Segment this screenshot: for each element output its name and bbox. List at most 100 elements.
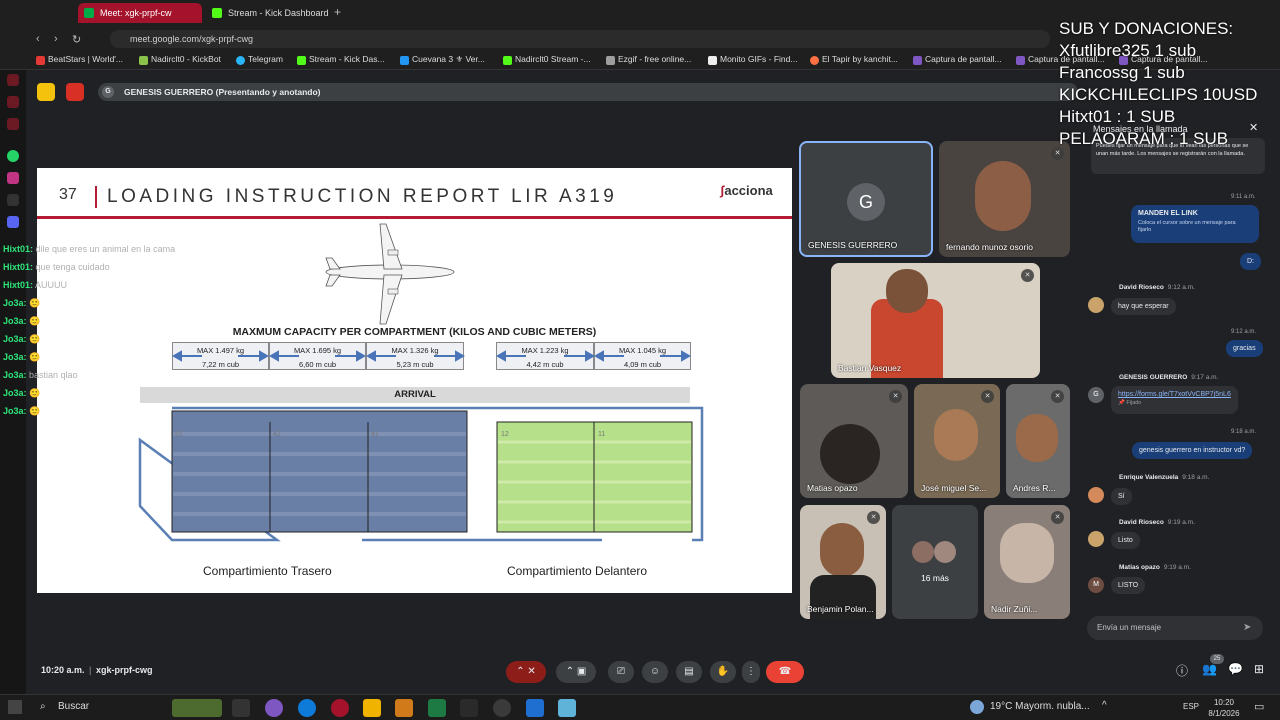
leave-call-button[interactable]: ☎ bbox=[766, 661, 804, 683]
bookmark-item[interactable]: El Tapir by kanchit... bbox=[810, 54, 898, 65]
record-icon[interactable] bbox=[66, 83, 84, 101]
cargo-hold-diagram bbox=[138, 406, 704, 542]
weather-text[interactable]: 19°C Mayorm. nubla... bbox=[990, 701, 1090, 712]
forward-icon[interactable]: › bbox=[54, 33, 58, 45]
tab-meet[interactable]: Meet: xgk-prpf-cw bbox=[78, 3, 202, 23]
participant-tile[interactable]: ✕ Nadir Zuñi... bbox=[984, 505, 1070, 619]
participant-tile[interactable]: ✕ fernando munoz osorio bbox=[939, 141, 1070, 257]
participant-tile[interactable]: ✕ Bastian Vasquez bbox=[831, 263, 1040, 378]
search-highlight-image bbox=[172, 699, 222, 717]
sender-name: David Rioseco 9:12 a.m. bbox=[1119, 284, 1195, 291]
mic-toggle-button[interactable]: ⌃ ✕ bbox=[506, 661, 546, 683]
bookmark-item[interactable]: Monito GIFs - Find... bbox=[708, 54, 797, 65]
participant-name: fernando munoz osorio bbox=[946, 242, 1033, 252]
mic-off-icon: ✕ bbox=[981, 390, 994, 403]
app-icon[interactable] bbox=[558, 699, 576, 717]
search-icon[interactable]: ⌕ bbox=[40, 701, 46, 712]
bookmark-item[interactable]: Nadirclt0 - KickBot bbox=[139, 54, 221, 65]
people-icon[interactable]: 👥 bbox=[1202, 662, 1217, 676]
participant-tile[interactable]: G GENESIS GUERRERO bbox=[799, 141, 933, 257]
chat-line: Jo3a: 🙂 bbox=[3, 406, 41, 416]
participant-tile[interactable]: ✕ José miguel Se... bbox=[914, 384, 1000, 498]
notifications-icon[interactable]: ▭ bbox=[1254, 700, 1264, 713]
chat-line: Jo3a: 🙂 bbox=[3, 388, 41, 398]
my-message[interactable]: genesis guerrero en instructor vd? bbox=[1132, 442, 1253, 459]
bookmark-item[interactable]: Captura de pantall... bbox=[913, 54, 1002, 65]
company-logo: ʃacciona bbox=[720, 183, 773, 198]
chat-message[interactable]: LISTO bbox=[1111, 577, 1146, 594]
chat-line: Jo3a: 🙂 bbox=[3, 316, 41, 326]
copilot-icon[interactable] bbox=[265, 699, 283, 717]
my-message[interactable]: MANDEN EL LINK Coloca el cursor sobre un… bbox=[1131, 205, 1259, 243]
instagram-icon[interactable] bbox=[7, 172, 19, 184]
sidebar-app-icon[interactable] bbox=[7, 96, 19, 108]
file-explorer-icon[interactable] bbox=[363, 699, 381, 717]
my-message[interactable]: gracias bbox=[1226, 340, 1263, 357]
tiktok-icon[interactable] bbox=[7, 194, 19, 206]
epic-games-icon[interactable] bbox=[460, 699, 478, 717]
app-icon[interactable] bbox=[428, 699, 446, 717]
bookmark-item[interactable]: BeatStars | World'... bbox=[36, 54, 123, 65]
bookmark-item[interactable]: Nadirclt0 Stream -... bbox=[503, 54, 591, 65]
clock[interactable]: 10:20 8/1/2026 bbox=[1205, 697, 1243, 719]
avatar bbox=[1088, 487, 1104, 503]
activities-icon[interactable]: ⊞ bbox=[1254, 662, 1264, 676]
subs-donations-overlay: SUB Y DONACIONES: Xfutlibre325 1 sub Fra… bbox=[1059, 19, 1258, 148]
participant-video bbox=[820, 523, 864, 577]
captions-button[interactable]: ▤ bbox=[676, 661, 702, 683]
mic-off-icon: ✕ bbox=[1021, 269, 1034, 282]
tab-kick-dashboard[interactable]: Stream - Kick Dashboard bbox=[206, 3, 330, 23]
edge-icon[interactable] bbox=[298, 699, 316, 717]
more-options-button[interactable]: ⋮ bbox=[742, 661, 760, 683]
meeting-code: xgk-prpf-cwg bbox=[96, 665, 153, 675]
participant-video bbox=[820, 424, 880, 484]
obs-icon[interactable] bbox=[493, 699, 511, 717]
info-icon[interactable]: ⓘ bbox=[1176, 662, 1188, 679]
participant-tile[interactable]: ✕ Benjamin Polan... bbox=[800, 505, 886, 619]
new-tab-button[interactable]: + bbox=[334, 5, 341, 19]
chat-message[interactable]: https://forms.gle/T7xotVvCBP7j5nL6 📌 Fij… bbox=[1111, 386, 1238, 414]
annotate-icon[interactable] bbox=[37, 83, 55, 101]
raise-hand-button[interactable]: ✋ bbox=[710, 661, 736, 683]
more-participants-tile[interactable]: 16 más bbox=[892, 505, 978, 619]
bookmark-item[interactable]: Ezgif - free online... bbox=[606, 54, 691, 65]
bookmark-item[interactable]: Cuevana 3 ⚜ Ver... bbox=[400, 54, 485, 65]
camera-toggle-button[interactable]: ⌃ ▣ bbox=[556, 661, 596, 683]
airplane-icon bbox=[325, 223, 455, 325]
tray-chevron-icon[interactable]: ^ bbox=[1102, 700, 1107, 711]
emoji-button[interactable]: ☺ bbox=[642, 661, 668, 683]
sidebar-app-icon[interactable] bbox=[7, 118, 19, 130]
task-view-icon[interactable] bbox=[232, 699, 250, 717]
chat-icon[interactable]: 💬 bbox=[1228, 662, 1243, 676]
present-button[interactable]: ⎚ bbox=[608, 661, 634, 683]
discord-icon[interactable] bbox=[7, 216, 19, 228]
opera-icon[interactable] bbox=[331, 699, 349, 717]
bookmark-item[interactable]: Telegram bbox=[236, 54, 283, 65]
participant-tile[interactable]: ✕ Andres R... bbox=[1006, 384, 1070, 498]
participant-avatar: G bbox=[847, 183, 885, 221]
store-icon[interactable] bbox=[526, 699, 544, 717]
meet-icon bbox=[84, 8, 94, 18]
taskbar-search[interactable]: Buscar bbox=[58, 701, 89, 712]
bookmark-item[interactable]: Stream - Kick Das... bbox=[297, 54, 385, 65]
chat-message[interactable]: Listo bbox=[1111, 532, 1140, 549]
start-icon[interactable] bbox=[8, 700, 22, 714]
send-icon[interactable]: ➤ bbox=[1243, 622, 1251, 633]
chat-input[interactable]: Envía un mensaje bbox=[1087, 616, 1263, 640]
language-indicator[interactable]: ESP bbox=[1183, 702, 1199, 711]
reload-icon[interactable]: ↻ bbox=[72, 33, 81, 46]
url-field[interactable]: meet.google.com/xgk-prpf-cwg bbox=[110, 30, 1050, 48]
chat-message[interactable]: Sí bbox=[1111, 488, 1132, 505]
hold-number: 11 bbox=[598, 431, 606, 438]
whatsapp-icon[interactable] bbox=[7, 150, 19, 162]
my-message[interactable]: D: bbox=[1240, 253, 1261, 270]
sidebar-app-icon[interactable] bbox=[7, 74, 19, 86]
pin-icon: 📌 bbox=[1118, 400, 1125, 406]
participant-name: Matias opazo bbox=[807, 483, 858, 493]
app-icon[interactable] bbox=[395, 699, 413, 717]
weather-icon bbox=[970, 700, 984, 714]
participant-tile[interactable]: ✕ Matias opazo bbox=[800, 384, 908, 498]
hold-number: 41 bbox=[371, 431, 379, 438]
back-icon[interactable]: ‹ bbox=[36, 33, 40, 45]
chat-message[interactable]: hay que esperar bbox=[1111, 298, 1176, 315]
